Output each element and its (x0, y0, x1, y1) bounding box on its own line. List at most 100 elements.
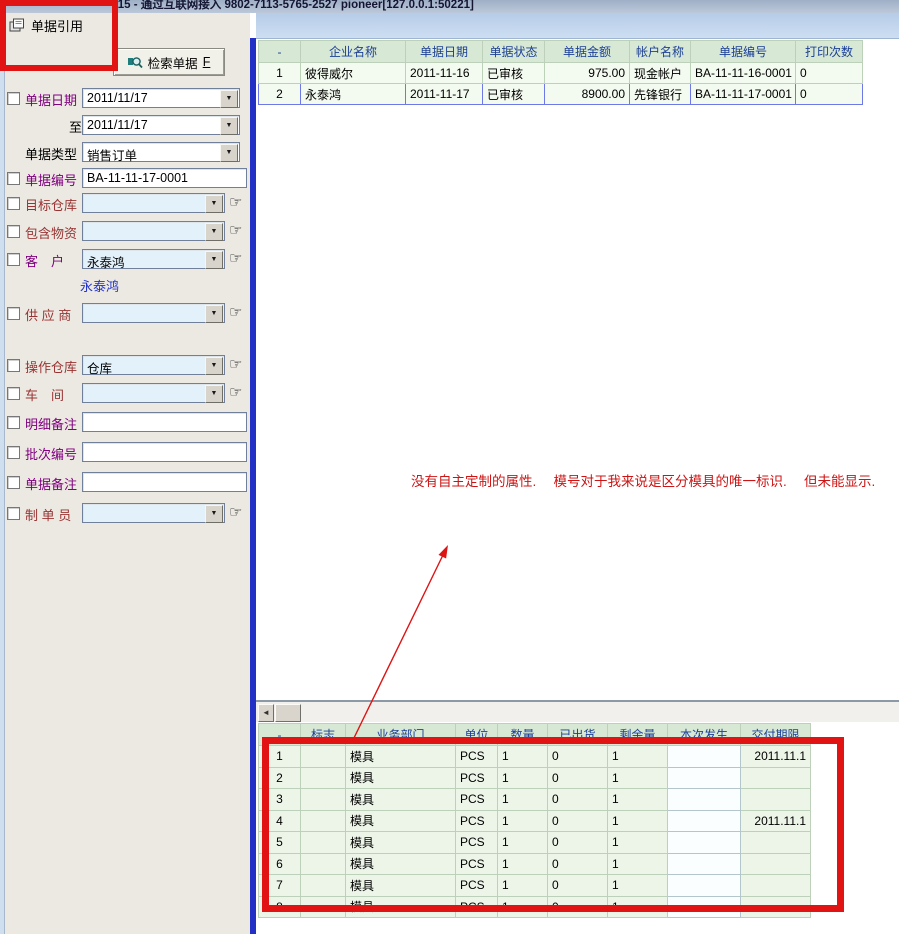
table-row[interactable]: 8模具PCS101 (259, 896, 811, 918)
checkbox-doc-no[interactable] (7, 172, 20, 185)
cell[interactable] (668, 896, 741, 918)
dropdown-arrow-icon[interactable]: ▼ (205, 251, 223, 269)
dropdown-arrow-icon[interactable]: ▼ (205, 385, 223, 403)
checkbox-detail-remark[interactable] (7, 416, 20, 429)
window-titlebar[interactable]: 115 - 通过互联网接入 9802-7113-5765-2527 pionee… (0, 0, 899, 13)
dropdown-arrow-icon[interactable]: ▼ (205, 223, 223, 241)
cell[interactable]: 0 (548, 767, 608, 789)
documents-grid[interactable]: -企业名称单据日期单据状态单据金额帐户名称单据编号打印次数1彼得威尔2011-1… (258, 40, 863, 105)
cell[interactable]: 模具 (346, 767, 456, 789)
cell[interactable]: 现金帐户 (630, 63, 691, 84)
cell[interactable]: PCS (456, 746, 498, 768)
cell[interactable]: 0 (796, 84, 863, 105)
cell[interactable]: 1 (259, 746, 301, 768)
cell[interactable]: 5 (259, 832, 301, 854)
cell[interactable] (668, 789, 741, 811)
table-row[interactable]: 2永泰鸿2011-11-17已审核8900.00先锋银行BA-11-11-17-… (259, 84, 863, 105)
batch-no-input[interactable] (82, 442, 247, 462)
cell[interactable]: 1 (608, 875, 668, 897)
table-row[interactable]: 1彼得威尔2011-11-16已审核975.00现金帐户BA-11-11-16-… (259, 63, 863, 84)
cell[interactable]: 0 (548, 832, 608, 854)
cell[interactable]: 8 (259, 896, 301, 918)
cell[interactable]: 彼得威尔 (301, 63, 406, 84)
cell[interactable]: PCS (456, 789, 498, 811)
cell[interactable]: 0 (548, 853, 608, 875)
checkbox-doc-remark[interactable] (7, 476, 20, 489)
cell[interactable]: 先锋银行 (630, 84, 691, 105)
table-row[interactable]: 3模具PCS101 (259, 789, 811, 811)
cell[interactable]: 1 (498, 767, 548, 789)
cell[interactable]: 1 (498, 896, 548, 918)
cell[interactable] (668, 767, 741, 789)
checkbox-customer[interactable] (7, 253, 20, 266)
date-to-combo[interactable]: 2011/11/17▼ (82, 115, 240, 135)
cell[interactable] (668, 832, 741, 854)
picker-hand-icon-include-material[interactable]: ☞ (229, 222, 242, 240)
cell[interactable]: PCS (456, 767, 498, 789)
cell[interactable]: 2011-11-16 (406, 63, 483, 84)
cell[interactable]: BA-11-11-16-0001 (691, 63, 796, 84)
scrollbar-thumb[interactable] (275, 704, 301, 722)
cell[interactable]: 0 (548, 875, 608, 897)
cell[interactable]: 6 (259, 853, 301, 875)
cell[interactable]: PCS (456, 853, 498, 875)
cell[interactable]: 2011.11.1 (741, 746, 811, 768)
cell[interactable] (301, 853, 346, 875)
cell[interactable]: 0 (548, 896, 608, 918)
dropdown-arrow-icon[interactable]: ▼ (205, 357, 223, 375)
cell[interactable]: 1 (608, 746, 668, 768)
doc-type-combo[interactable]: 销售订单▼ (82, 142, 240, 162)
checkbox-operate-warehouse[interactable] (7, 359, 20, 372)
cell[interactable] (668, 875, 741, 897)
cell[interactable]: 7 (259, 875, 301, 897)
cell[interactable]: 0 (548, 810, 608, 832)
creator-combo[interactable]: ▼ (82, 503, 225, 523)
cell[interactable]: 1 (498, 853, 548, 875)
cell[interactable]: 模具 (346, 746, 456, 768)
cell[interactable] (741, 767, 811, 789)
table-row[interactable]: 1模具PCS1012011.11.1 (259, 746, 811, 768)
cell[interactable] (301, 896, 346, 918)
cell[interactable]: 模具 (346, 832, 456, 854)
cell[interactable]: 模具 (346, 810, 456, 832)
include-material-combo[interactable]: ▼ (82, 221, 225, 241)
table-row[interactable]: 2模具PCS101 (259, 767, 811, 789)
cell[interactable]: 8900.00 (545, 84, 630, 105)
target-warehouse-combo[interactable]: ▼ (82, 193, 225, 213)
dropdown-arrow-icon[interactable]: ▼ (220, 144, 238, 162)
operate-warehouse-combo[interactable]: 仓库▼ (82, 355, 225, 375)
cell[interactable]: 1 (608, 789, 668, 811)
cell[interactable]: 模具 (346, 896, 456, 918)
dropdown-arrow-icon[interactable]: ▼ (205, 195, 223, 213)
cell[interactable]: 1 (498, 746, 548, 768)
doc-date-combo[interactable]: 2011/11/17▼ (82, 88, 240, 108)
panel-divider[interactable] (250, 38, 256, 934)
cell[interactable]: 0 (548, 746, 608, 768)
cell[interactable]: 1 (498, 810, 548, 832)
cell[interactable]: 2 (259, 84, 301, 105)
doc-no-input[interactable]: BA-11-11-17-0001 (82, 168, 247, 188)
picker-hand-icon-customer[interactable]: ☞ (229, 250, 242, 268)
document-lines-grid[interactable]: -标志业务部门单位数量已出货剩余量本次发生交付期限1模具PCS1012011.1… (258, 723, 811, 918)
dropdown-arrow-icon[interactable]: ▼ (220, 117, 238, 135)
cell[interactable]: 1 (608, 767, 668, 789)
checkbox-target-warehouse[interactable] (7, 197, 20, 210)
cell[interactable] (301, 875, 346, 897)
horizontal-scrollbar[interactable]: ◄ (256, 702, 899, 722)
cell[interactable]: PCS (456, 810, 498, 832)
cell[interactable]: PCS (456, 875, 498, 897)
cell[interactable] (741, 853, 811, 875)
supplier-combo[interactable]: ▼ (82, 303, 225, 323)
cell[interactable] (301, 767, 346, 789)
picker-hand-icon-creator[interactable]: ☞ (229, 504, 242, 522)
cell[interactable]: 2011.11.1 (741, 810, 811, 832)
cell[interactable]: 模具 (346, 853, 456, 875)
cell[interactable]: 1 (608, 896, 668, 918)
checkbox-include-material[interactable] (7, 225, 20, 238)
picker-hand-icon-target-warehouse[interactable]: ☞ (229, 194, 242, 212)
cell[interactable]: 1 (608, 810, 668, 832)
cell[interactable] (668, 810, 741, 832)
workshop-combo[interactable]: ▼ (82, 383, 225, 403)
cell[interactable]: 模具 (346, 875, 456, 897)
cell[interactable]: 1 (259, 63, 301, 84)
